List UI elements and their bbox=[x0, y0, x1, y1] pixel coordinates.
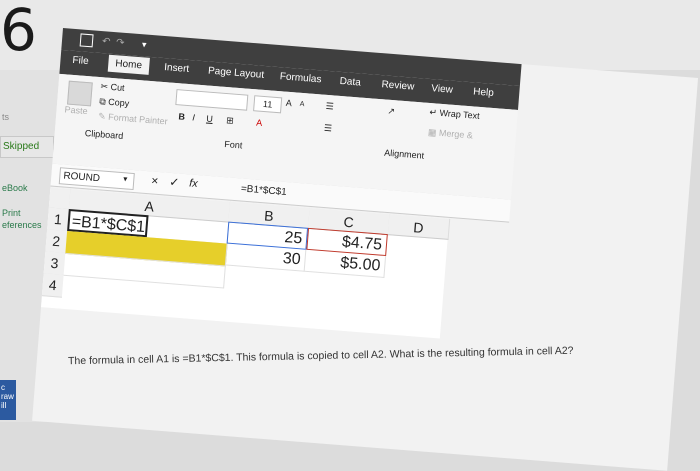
merge-button[interactable]: ▦ Merge & bbox=[427, 126, 474, 141]
orientation-icon[interactable]: ↗ bbox=[387, 106, 395, 118]
grow-font-button[interactable]: A bbox=[285, 98, 292, 108]
tab-data[interactable]: Data bbox=[339, 76, 361, 89]
format-painter-button[interactable]: ✎ Format Painter bbox=[98, 111, 168, 127]
formula-input[interactable]: =B1*$C$1 bbox=[240, 183, 287, 198]
wrap-text-label: Wrap Text bbox=[439, 107, 481, 121]
draw-badge[interactable]: c raw ill bbox=[0, 380, 16, 420]
align-top-icon[interactable]: ☰ bbox=[325, 101, 334, 113]
save-icon[interactable] bbox=[79, 33, 94, 48]
copy-label: Copy bbox=[107, 96, 130, 109]
bold-button[interactable]: B bbox=[178, 111, 185, 121]
page-number: 6 bbox=[0, 0, 37, 64]
tab-review[interactable]: Review bbox=[381, 79, 415, 93]
clipboard-group-label: Clipboard bbox=[84, 128, 124, 142]
undo-icon[interactable]: ↶ bbox=[102, 36, 111, 48]
cut-label: Cut bbox=[110, 81, 125, 93]
font-size-select[interactable]: 11 bbox=[253, 95, 283, 114]
merge-icon: ▦ bbox=[427, 126, 440, 138]
name-box-dropdown-icon[interactable]: ▾ bbox=[123, 174, 128, 183]
italic-button[interactable]: I bbox=[192, 112, 195, 122]
borders-icon[interactable]: ⊞ bbox=[226, 115, 234, 127]
left-nav-item-print[interactable]: Print bbox=[2, 208, 21, 218]
left-nav-item-ts[interactable]: ts bbox=[2, 112, 9, 122]
tab-view[interactable]: View bbox=[431, 83, 453, 96]
copy-button[interactable]: ⧉ Copy bbox=[99, 96, 130, 109]
alignment-group-label: Alignment bbox=[383, 147, 425, 161]
tab-formulas[interactable]: Formulas bbox=[279, 71, 321, 85]
align-left-icon[interactable]: ☰ bbox=[324, 123, 333, 135]
font-name-select[interactable] bbox=[175, 89, 249, 111]
tab-help[interactable]: Help bbox=[473, 86, 494, 99]
skipped-indicator[interactable]: Skipped bbox=[0, 136, 54, 158]
wrap-text-button[interactable]: ↵ Wrap Text bbox=[429, 107, 480, 122]
tab-file[interactable]: File bbox=[72, 55, 89, 67]
column-header-d[interactable]: D bbox=[387, 214, 451, 240]
fx-icon[interactable]: fx bbox=[189, 177, 198, 190]
format-painter-label: Format Painter bbox=[107, 111, 168, 127]
merge-label: Merge & bbox=[438, 127, 474, 141]
cancel-icon[interactable]: × bbox=[151, 173, 159, 188]
paste-label[interactable]: Paste bbox=[64, 104, 88, 116]
tab-home[interactable]: Home bbox=[107, 54, 150, 75]
underline-button[interactable]: U bbox=[206, 114, 213, 124]
paste-icon[interactable] bbox=[67, 80, 93, 107]
cut-button[interactable]: ✂ Cut bbox=[100, 81, 125, 94]
row-header-1[interactable]: 1 bbox=[47, 207, 69, 232]
customize-toolbar-icon[interactable]: ▾ bbox=[141, 39, 147, 50]
enter-icon[interactable]: ✓ bbox=[169, 175, 180, 190]
redo-icon[interactable]: ↷ bbox=[116, 37, 125, 49]
row-header-3[interactable]: 3 bbox=[43, 251, 66, 276]
tab-page-layout[interactable]: Page Layout bbox=[208, 66, 265, 81]
font-color-button[interactable]: A bbox=[256, 117, 263, 127]
row-header-4[interactable]: 4 bbox=[41, 273, 64, 298]
tab-insert[interactable]: Insert bbox=[164, 62, 190, 75]
spreadsheet-screenshot: ↶ ↷ ▾ File Home Insert Page Layout Formu… bbox=[32, 28, 699, 471]
row-header-2[interactable]: 2 bbox=[45, 229, 68, 254]
font-group-label: Font bbox=[224, 139, 243, 151]
left-nav-item-references[interactable]: eferences bbox=[2, 220, 42, 230]
left-nav-item-ebook[interactable]: eBook bbox=[2, 183, 28, 193]
shrink-font-button[interactable]: A bbox=[299, 101, 304, 108]
